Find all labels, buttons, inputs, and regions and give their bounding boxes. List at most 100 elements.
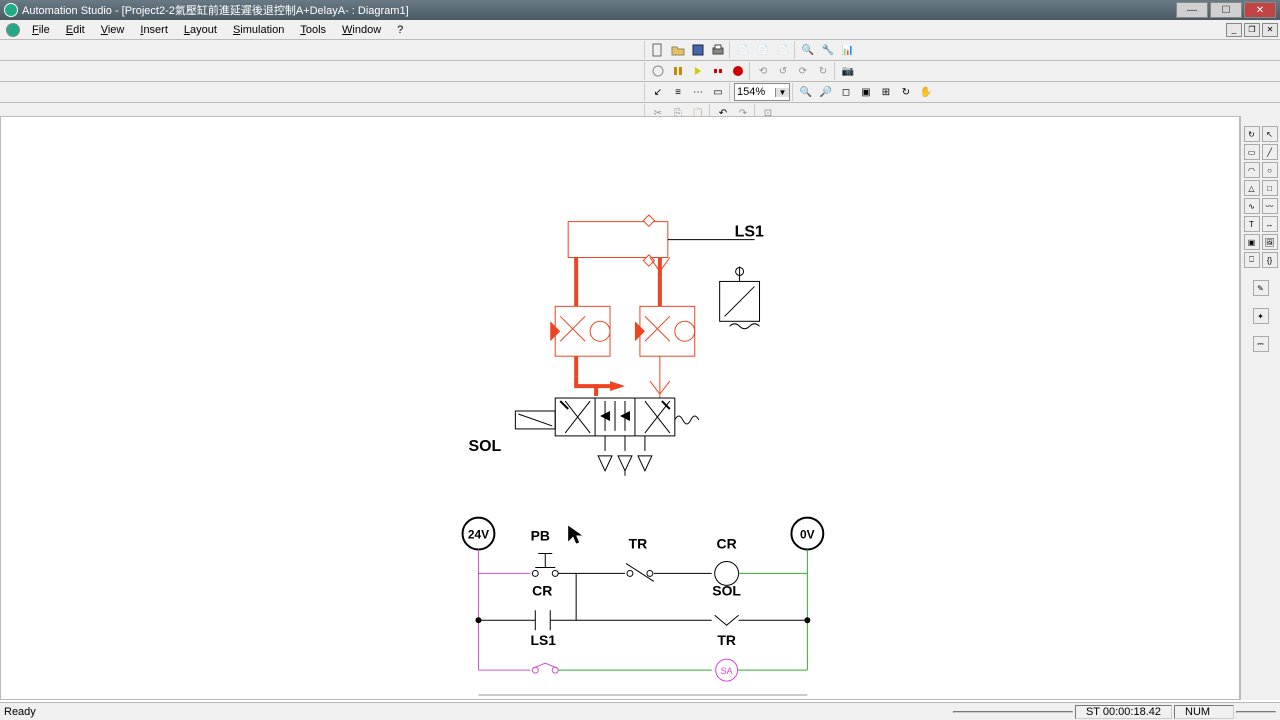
- tool-curve[interactable]: ∿: [1244, 198, 1260, 214]
- tool-code[interactable]: {}: [1262, 252, 1278, 268]
- ladder-diagram: 24V 0V PB TR CR CR SOL: [463, 518, 824, 695]
- sim-x3-button[interactable]: ⟳: [794, 62, 812, 80]
- sim-stop-button[interactable]: [729, 62, 747, 80]
- mdi-minimize-button[interactable]: _: [1226, 23, 1242, 37]
- line-style-button[interactable]: ↙: [649, 83, 667, 101]
- menu-view-label: iew: [108, 24, 125, 36]
- tr-contact-label: TR: [629, 536, 648, 552]
- open-button[interactable]: [669, 41, 687, 59]
- tool-connect[interactable]: ⎓: [1253, 336, 1269, 352]
- tool-rect[interactable]: ▭: [1244, 144, 1260, 160]
- tool-pen[interactable]: ✎: [1253, 280, 1269, 296]
- sim-x4-button[interactable]: ↻: [814, 62, 832, 80]
- mdi-close-button[interactable]: ✕: [1262, 23, 1278, 37]
- print-button[interactable]: [709, 41, 727, 59]
- save-button[interactable]: [689, 41, 707, 59]
- zoom-out-button[interactable]: 🔎: [817, 83, 835, 101]
- chart-button[interactable]: 📊: [839, 41, 857, 59]
- sa-label: SA: [721, 666, 733, 676]
- tool-line[interactable]: ╱: [1262, 144, 1278, 160]
- grid-button[interactable]: ⊞: [877, 83, 895, 101]
- tool-pointer[interactable]: ↖: [1262, 126, 1278, 142]
- right-toolbox: ↻↖ ▭╱ ◠○ △□ ∿〰 T↔ ▣🖼 ⎕{} ✎ ✦ ⎓: [1240, 116, 1280, 700]
- maximize-button[interactable]: ☐: [1210, 2, 1242, 18]
- cylinder-symbol: [568, 215, 754, 277]
- refresh-button[interactable]: ↻: [897, 83, 915, 101]
- sim-step-button[interactable]: [689, 62, 707, 80]
- doc2-button[interactable]: 📄: [754, 41, 772, 59]
- tool-poly[interactable]: △: [1244, 180, 1260, 196]
- zoom-select[interactable]: 154% ▼: [734, 83, 790, 101]
- menu-tools-label: ools: [306, 24, 326, 36]
- app-icon: [4, 3, 18, 17]
- menu-help[interactable]: ?: [389, 22, 411, 38]
- zoom-window-button[interactable]: ◻: [837, 83, 855, 101]
- tool-box[interactable]: □: [1262, 180, 1278, 196]
- menu-tools[interactable]: Tools: [292, 22, 334, 38]
- zoom-in-button[interactable]: 🔍: [797, 83, 815, 101]
- window-title: Automation Studio - [Project2-2氣壓缸前進延遲後退…: [22, 2, 1174, 18]
- menu-bar: File Edit View Insert Layout Simulation …: [0, 20, 1280, 40]
- tool-spline[interactable]: 〰: [1262, 198, 1278, 214]
- zoom-dropdown-icon[interactable]: ▼: [775, 88, 789, 97]
- sim-pause-button[interactable]: [669, 62, 687, 80]
- close-button[interactable]: ✕: [1244, 2, 1276, 18]
- tool-arc[interactable]: ◠: [1244, 162, 1260, 178]
- tool-node[interactable]: ✦: [1253, 308, 1269, 324]
- ls1-contact-label: LS1: [530, 632, 556, 648]
- ladder-24v-label: 24V: [468, 528, 489, 542]
- menu-edit-label: dit: [73, 24, 85, 36]
- menu-simulation[interactable]: Simulation: [225, 22, 292, 38]
- find-button[interactable]: 🔍: [799, 41, 817, 59]
- zoom-fit-button[interactable]: ▣: [857, 83, 875, 101]
- tr-coil-label: TR: [717, 632, 736, 648]
- tool-text[interactable]: T: [1244, 216, 1260, 232]
- toolbar-2: ⟲ ↺ ⟳ ↻ 📷: [0, 61, 1280, 82]
- tool-refresh[interactable]: ↻: [1244, 126, 1260, 142]
- minimize-button[interactable]: —: [1176, 2, 1208, 18]
- line3-button[interactable]: ⋯: [689, 83, 707, 101]
- camera-button[interactable]: 📷: [839, 62, 857, 80]
- limit-switch-symbol: [720, 266, 760, 328]
- doc1-button[interactable]: 📄: [734, 41, 752, 59]
- tool-dim[interactable]: ↔: [1262, 216, 1278, 232]
- diagram-canvas[interactable]: LS1: [0, 116, 1240, 700]
- menu-window[interactable]: Window: [334, 22, 389, 38]
- mdi-controls: _ ❐ ✕: [1224, 23, 1278, 37]
- status-time: ST 00:00:18.42: [1075, 705, 1172, 719]
- new-button[interactable]: [649, 41, 667, 59]
- pan-button[interactable]: ✋: [917, 83, 935, 101]
- mouse-cursor: [568, 526, 582, 544]
- zoom-value: 154%: [735, 86, 775, 98]
- doc3-button[interactable]: 📄: [774, 41, 792, 59]
- status-bar: Ready ST 00:00:18.42 NUM: [0, 702, 1280, 720]
- flow-control-right: [635, 277, 695, 376]
- line4-button[interactable]: ▭: [709, 83, 727, 101]
- menu-insert[interactable]: Insert: [132, 22, 176, 38]
- tool-ellipse[interactable]: ○: [1262, 162, 1278, 178]
- info-button[interactable]: 🔧: [819, 41, 837, 59]
- menu-insert-label: nsert: [143, 24, 167, 36]
- menu-edit[interactable]: Edit: [58, 22, 93, 38]
- flow-control-left: [550, 277, 610, 376]
- menu-window-label: indow: [352, 24, 381, 36]
- status-num: NUM: [1174, 705, 1234, 719]
- mdi-restore-button[interactable]: ❐: [1244, 23, 1260, 37]
- sim-x1-button[interactable]: ⟲: [754, 62, 772, 80]
- ls1-label: LS1: [735, 224, 764, 241]
- menu-view[interactable]: View: [93, 22, 133, 38]
- title-bar: Automation Studio - [Project2-2氣壓缸前進延遲後退…: [0, 0, 1280, 20]
- tool-image[interactable]: 🖼: [1262, 234, 1278, 250]
- tool-field[interactable]: ⎕: [1244, 252, 1260, 268]
- directional-valve: [515, 398, 698, 476]
- sim-x2-button[interactable]: ↺: [774, 62, 792, 80]
- line2-button[interactable]: ≡: [669, 83, 687, 101]
- status-blank: [953, 711, 1073, 713]
- menu-file-label: ile: [39, 24, 50, 36]
- sol-label: SOL: [469, 438, 502, 455]
- sim-slow-button[interactable]: [709, 62, 727, 80]
- sim-run-button[interactable]: [649, 62, 667, 80]
- menu-layout[interactable]: Layout: [176, 22, 225, 38]
- tool-group[interactable]: ▣: [1244, 234, 1260, 250]
- menu-file[interactable]: File: [24, 22, 58, 38]
